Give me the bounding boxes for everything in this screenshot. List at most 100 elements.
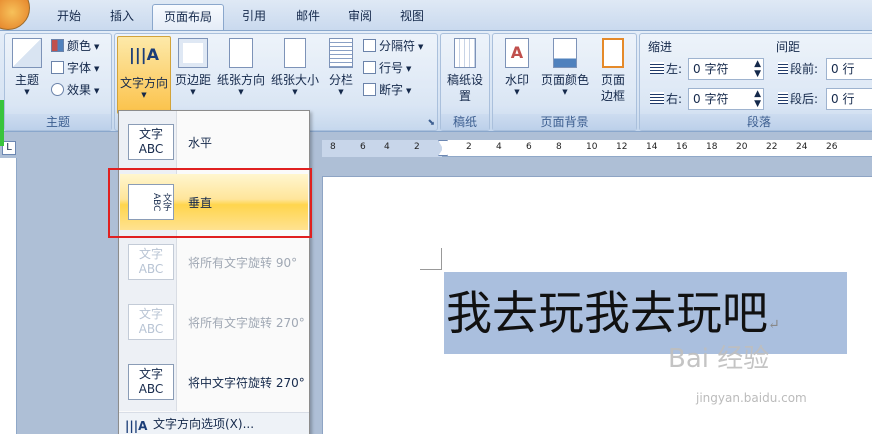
indent-left-label: 左: <box>666 62 683 76</box>
page-color-icon <box>553 38 577 68</box>
indent-right-label: 右: <box>666 92 683 106</box>
spin-arrows-icon[interactable]: ▲ ▼ <box>754 89 761 109</box>
rotate-cjk-text-icon: 文字 ABC <box>128 364 174 400</box>
scroll-indicator <box>0 100 4 146</box>
ruler-tick-label: 12 <box>616 142 628 152</box>
chevron-down-icon: ▼ <box>418 43 424 51</box>
chevron-down-icon: ▼ <box>94 65 100 73</box>
tab-insert[interactable]: 插入 <box>98 4 146 30</box>
vertical-ruler[interactable] <box>0 158 17 434</box>
chevron-down-icon: ▼ <box>514 88 520 96</box>
menu-item-text-direction-options[interactable]: |||A 文字方向选项(X)... <box>119 412 309 434</box>
spacing-before-label: 段前: <box>790 62 819 76</box>
selected-document-text[interactable]: 我去玩我去玩吧↵ <box>444 272 847 354</box>
theme-effects-button[interactable]: 效果 ▼ <box>51 80 99 100</box>
text-direction-button[interactable]: |||A 文字方向 ▼ <box>117 36 171 114</box>
draft-paper-group: 稿纸设置 稿纸 <box>440 33 490 131</box>
ruler-tick-label: 6 <box>526 142 532 152</box>
rotate-90-text-icon: 文字 ABC <box>128 244 174 280</box>
spacing-after-icon <box>778 92 788 104</box>
indent-left-icon <box>650 62 664 74</box>
breaks-icon <box>363 39 376 52</box>
hyphenation-button[interactable]: 断字 ▼ <box>363 80 411 100</box>
chevron-down-icon: ▼ <box>292 88 298 96</box>
ruler-tick-label: 18 <box>706 142 718 152</box>
tab-references[interactable]: 引用 <box>230 4 278 30</box>
indent-right-icon <box>650 92 664 104</box>
ruler-tick-label: 4 <box>496 142 502 152</box>
dialog-launcher-icon[interactable]: ⬊ <box>427 118 435 128</box>
chevron-down-icon: ▼ <box>406 87 412 95</box>
spin-arrows-icon[interactable]: ▲ ▼ <box>754 59 761 79</box>
page-background-group-label: 页面背景 <box>493 114 636 130</box>
rotate-270-text-icon: 文字 ABC <box>128 304 174 340</box>
horizontal-text-icon: 文字 ABC <box>128 124 174 160</box>
orientation-button[interactable]: 纸张方向 ▼ <box>215 38 267 112</box>
margins-button[interactable]: 页边距 ▼ <box>173 38 213 112</box>
menu-item-rotate-90[interactable]: 文字 ABC 将所有文字旋转 90° <box>120 234 308 290</box>
ruler-tick-label: 22 <box>766 142 778 152</box>
theme-group: 主题 ▼ 颜色 ▼ 字体 ▼ 效果 ▼ 主题 <box>4 33 112 131</box>
spacing-after-input[interactable]: 0 行 <box>826 88 872 110</box>
orientation-icon <box>229 38 253 68</box>
columns-button[interactable]: 分栏 ▼ <box>323 38 359 112</box>
colors-icon <box>51 39 64 52</box>
ruler-tick-label: 8 <box>556 142 562 152</box>
tab-page-layout[interactable]: 页面布局 <box>152 4 224 30</box>
paragraph-group-label: 段落 <box>640 114 872 130</box>
line-numbers-icon <box>363 61 376 74</box>
chevron-down-icon: ▼ <box>190 88 196 96</box>
indent-title: 缩进 <box>648 40 673 54</box>
spacing-after-label: 段后: <box>790 92 819 106</box>
indent-right-input[interactable]: 0 字符 ▲ ▼ <box>688 88 764 110</box>
chevron-down-icon: ▼ <box>238 88 244 96</box>
themes-icon <box>12 38 42 68</box>
ruler-ticks: 8 6 4 2 2 4 6 8 10 12 14 16 18 20 22 24 26 <box>322 142 872 156</box>
effects-icon <box>51 83 64 96</box>
margins-icon <box>178 38 208 68</box>
ruler-tick-label: 10 <box>586 142 598 152</box>
chevron-down-icon: ▼ <box>406 65 412 73</box>
menu-item-rotate-cjk-270[interactable]: 文字 ABC 将中文字符旋转 270° <box>120 354 308 410</box>
tab-review[interactable]: 审阅 <box>336 4 384 30</box>
tab-view[interactable]: 视图 <box>390 4 434 30</box>
spacing-before-input[interactable]: 0 行 <box>826 58 872 80</box>
themes-button[interactable]: 主题 ▼ <box>7 38 47 112</box>
chevron-down-icon: ▼ <box>141 91 147 99</box>
ruler-tick-label: 24 <box>796 142 808 152</box>
line-numbers-button[interactable]: 行号 ▼ <box>363 58 411 78</box>
theme-fonts-button[interactable]: 字体 ▼ <box>51 58 99 78</box>
page-borders-button[interactable]: 页面边框 <box>593 38 633 112</box>
size-icon <box>284 38 306 68</box>
theme-colors-button[interactable]: 颜色 ▼ <box>51 36 99 56</box>
ruler-tab-selector[interactable]: L <box>2 141 16 155</box>
draft-paper-group-label: 稿纸 <box>441 114 489 130</box>
menu-item-rotate-270[interactable]: 文字 ABC 将所有文字旋转 270° <box>120 294 308 350</box>
baidu-watermark-url: jingyan.baidu.com <box>696 391 807 405</box>
menu-item-horizontal[interactable]: 文字 ABC 水平 <box>120 114 308 170</box>
breaks-button[interactable]: 分隔符 ▼ <box>363 36 423 56</box>
highlight-annotation-box <box>108 168 312 238</box>
watermark-button[interactable]: A 水印 ▼ <box>497 38 537 112</box>
tab-mailings[interactable]: 邮件 <box>284 4 332 30</box>
chevron-down-icon: ▼ <box>338 88 344 96</box>
text-direction-icon: |||A <box>129 45 159 64</box>
ruler-tick-label: 2 <box>466 142 472 152</box>
draft-paper-button[interactable]: 稿纸设置 <box>445 38 485 112</box>
ruler-tick-label: 20 <box>736 142 748 152</box>
chevron-down-icon: ▼ <box>94 43 100 51</box>
hyphenation-icon <box>363 83 376 96</box>
chevron-down-icon: ▼ <box>94 87 100 95</box>
page-color-button[interactable]: 页面颜色 ▼ <box>539 38 591 112</box>
watermark-icon: A <box>505 38 529 68</box>
indent-left-input[interactable]: 0 字符 ▲ ▼ <box>688 58 764 80</box>
text-direction-options-icon: |||A <box>125 419 148 433</box>
ruler-tick-label: 16 <box>676 142 688 152</box>
ruler-tick-label: 26 <box>826 142 838 152</box>
fonts-icon <box>51 61 64 74</box>
ruler-tick-label: 2 <box>414 142 420 152</box>
ruler-tick-label: 6 <box>360 142 366 152</box>
tab-home[interactable]: 开始 <box>44 4 94 30</box>
size-button[interactable]: 纸张大小 ▼ <box>269 38 321 112</box>
page-background-group: A 水印 ▼ 页面颜色 ▼ 页面边框 页面背景 <box>492 33 637 131</box>
